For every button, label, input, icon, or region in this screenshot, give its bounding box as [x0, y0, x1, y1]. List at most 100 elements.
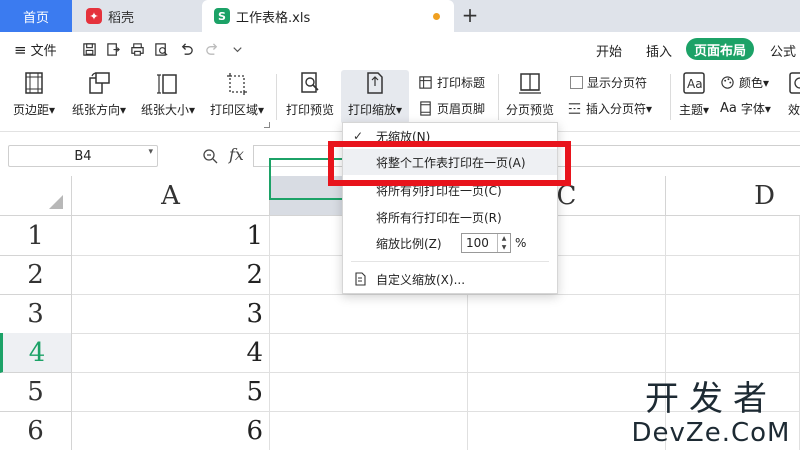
- daoke-logo-icon: ✦: [86, 8, 102, 24]
- save-icon[interactable]: [80, 40, 98, 58]
- orientation-button[interactable]: 纸张方向▾: [68, 70, 130, 124]
- cell-a4[interactable]: 4: [72, 333, 270, 373]
- watermark-top-text: 开发者: [645, 379, 777, 419]
- insert-function-button[interactable]: fx: [229, 145, 244, 164]
- page-break-preview-icon: [519, 73, 541, 94]
- header-footer-label: 页眉页脚: [437, 102, 486, 116]
- cell[interactable]: [666, 333, 800, 373]
- menu-item-fit-rows[interactable]: 将所有行打印在一页(R): [343, 204, 557, 230]
- paper-size-label: 纸张大小▾: [140, 103, 196, 117]
- tab-document[interactable]: S 工作表格.xls: [202, 0, 454, 32]
- colors-label: 颜色▾: [739, 76, 770, 90]
- customize-toolbar-chevron-icon[interactable]: [228, 40, 246, 58]
- row-header-selected[interactable]: 4: [0, 333, 72, 373]
- highlight-annotation-box: [328, 141, 571, 186]
- cell[interactable]: [666, 216, 800, 256]
- tab-bar: 首页 ✦ 稻壳 S 工作表格.xls +: [0, 0, 800, 32]
- row-header[interactable]: 6: [0, 411, 72, 450]
- show-page-breaks-checkbox[interactable]: 显示分页符: [570, 74, 647, 91]
- tab-document-label: 工作表格.xls: [236, 10, 311, 26]
- cell[interactable]: [270, 411, 468, 450]
- cell-a1[interactable]: 1: [72, 216, 270, 256]
- hamburger-icon: ≡: [14, 40, 27, 59]
- scale-ratio-input[interactable]: 100 ▲ ▼: [461, 233, 511, 253]
- new-tab-button[interactable]: +: [458, 4, 482, 28]
- tab-page-layout[interactable]: 页面布局: [686, 38, 754, 60]
- insert-page-break-label: 插入分页符▾: [586, 102, 653, 116]
- page-break-preview-button[interactable]: 分页预览: [504, 70, 556, 124]
- undo-icon[interactable]: [177, 40, 195, 58]
- margins-button[interactable]: 页边距▾: [8, 70, 60, 124]
- cell[interactable]: [270, 294, 468, 334]
- page-setup-launcher-icon[interactable]: [264, 122, 270, 128]
- fonts-label: 字体▾: [740, 102, 771, 116]
- insert-page-break-button[interactable]: 插入分页符▾: [567, 100, 652, 117]
- cell-a3[interactable]: 3: [72, 294, 270, 334]
- cell-a6[interactable]: 6: [72, 411, 270, 450]
- orientation-icon: [89, 72, 110, 94]
- effects-button[interactable]: 效果: [782, 70, 800, 124]
- ribbon-divider: [276, 74, 277, 120]
- scale-spinner[interactable]: ▲ ▼: [497, 234, 510, 252]
- row-header[interactable]: 2: [0, 255, 72, 295]
- show-page-breaks-check-icon: [570, 76, 583, 89]
- print-icon[interactable]: [128, 40, 146, 58]
- print-preview-button[interactable]: 打印预览: [284, 70, 336, 124]
- zoom-formula-icon[interactable]: [202, 148, 218, 164]
- name-box[interactable]: B4 ▾: [8, 145, 158, 167]
- name-box-value: B4: [74, 148, 92, 164]
- row-header[interactable]: 1: [0, 216, 72, 256]
- theme-label: 主题▾: [678, 103, 710, 117]
- select-all-corner[interactable]: [0, 176, 72, 216]
- column-header-d[interactable]: D: [666, 176, 800, 216]
- name-box-dropdown-icon[interactable]: ▾: [148, 147, 153, 157]
- page-break-preview-label: 分页预览: [505, 103, 554, 117]
- header-footer-icon: [420, 101, 431, 116]
- redo-icon[interactable]: [203, 40, 221, 58]
- print-preview-quick-icon[interactable]: [152, 40, 170, 58]
- column-header-a[interactable]: A: [72, 176, 270, 216]
- header-footer-button[interactable]: 页眉页脚: [418, 100, 485, 117]
- cell[interactable]: [666, 294, 800, 334]
- cell-b4[interactable]: [270, 333, 468, 373]
- print-preview-label: 打印预览: [285, 103, 334, 117]
- cell[interactable]: [468, 333, 666, 373]
- margins-icon: [25, 72, 43, 94]
- row-header[interactable]: 5: [0, 372, 72, 412]
- cell[interactable]: [468, 294, 666, 334]
- scale-ratio-unit: %: [515, 236, 527, 250]
- palette-icon: [721, 76, 734, 89]
- menu-bar: ≡ 文件 开始 插入 页面布局 公式: [0, 32, 800, 66]
- tab-home-label: 首页: [22, 10, 49, 26]
- paper-size-button[interactable]: 纸张大小▾: [137, 70, 199, 124]
- ribbon-divider: [670, 74, 671, 120]
- tab-start[interactable]: 开始: [596, 41, 622, 60]
- print-titles-label: 打印标题: [437, 76, 486, 90]
- cell-a2[interactable]: 2: [72, 255, 270, 295]
- tab-formulas[interactable]: 公式: [770, 41, 796, 60]
- effects-label: 效果: [787, 103, 800, 117]
- ribbon-divider: [498, 74, 499, 120]
- row-header[interactable]: 3: [0, 294, 72, 334]
- tab-home[interactable]: 首页: [0, 0, 72, 32]
- theme-button[interactable]: Aa 主题▾: [676, 70, 712, 124]
- export-pdf-icon[interactable]: [104, 40, 122, 58]
- print-scale-button[interactable]: 打印缩放▾: [341, 70, 409, 124]
- print-titles-button[interactable]: 打印标题: [418, 74, 485, 91]
- theme-icon: Aa: [683, 72, 705, 94]
- colors-button[interactable]: 颜色▾: [720, 74, 769, 91]
- select-all-icon: [49, 195, 63, 209]
- svg-text:Aa: Aa: [687, 77, 703, 91]
- print-area-button[interactable]: 打印区域▾: [206, 70, 268, 124]
- print-area-label: 打印区域▾: [209, 103, 265, 117]
- cell[interactable]: [270, 372, 468, 412]
- tab-insert[interactable]: 插入: [646, 41, 672, 60]
- cell[interactable]: [666, 255, 800, 295]
- file-menu-button[interactable]: ≡ 文件: [14, 40, 57, 60]
- cell-a5[interactable]: 5: [72, 372, 270, 412]
- fonts-button[interactable]: Aa 字体▾: [720, 100, 771, 117]
- print-titles-icon: [419, 76, 432, 89]
- menu-divider: [351, 261, 549, 262]
- tab-daoke[interactable]: ✦ 稻壳: [74, 0, 200, 32]
- menu-item-custom-scale[interactable]: 自定义缩放(X)...: [343, 266, 557, 292]
